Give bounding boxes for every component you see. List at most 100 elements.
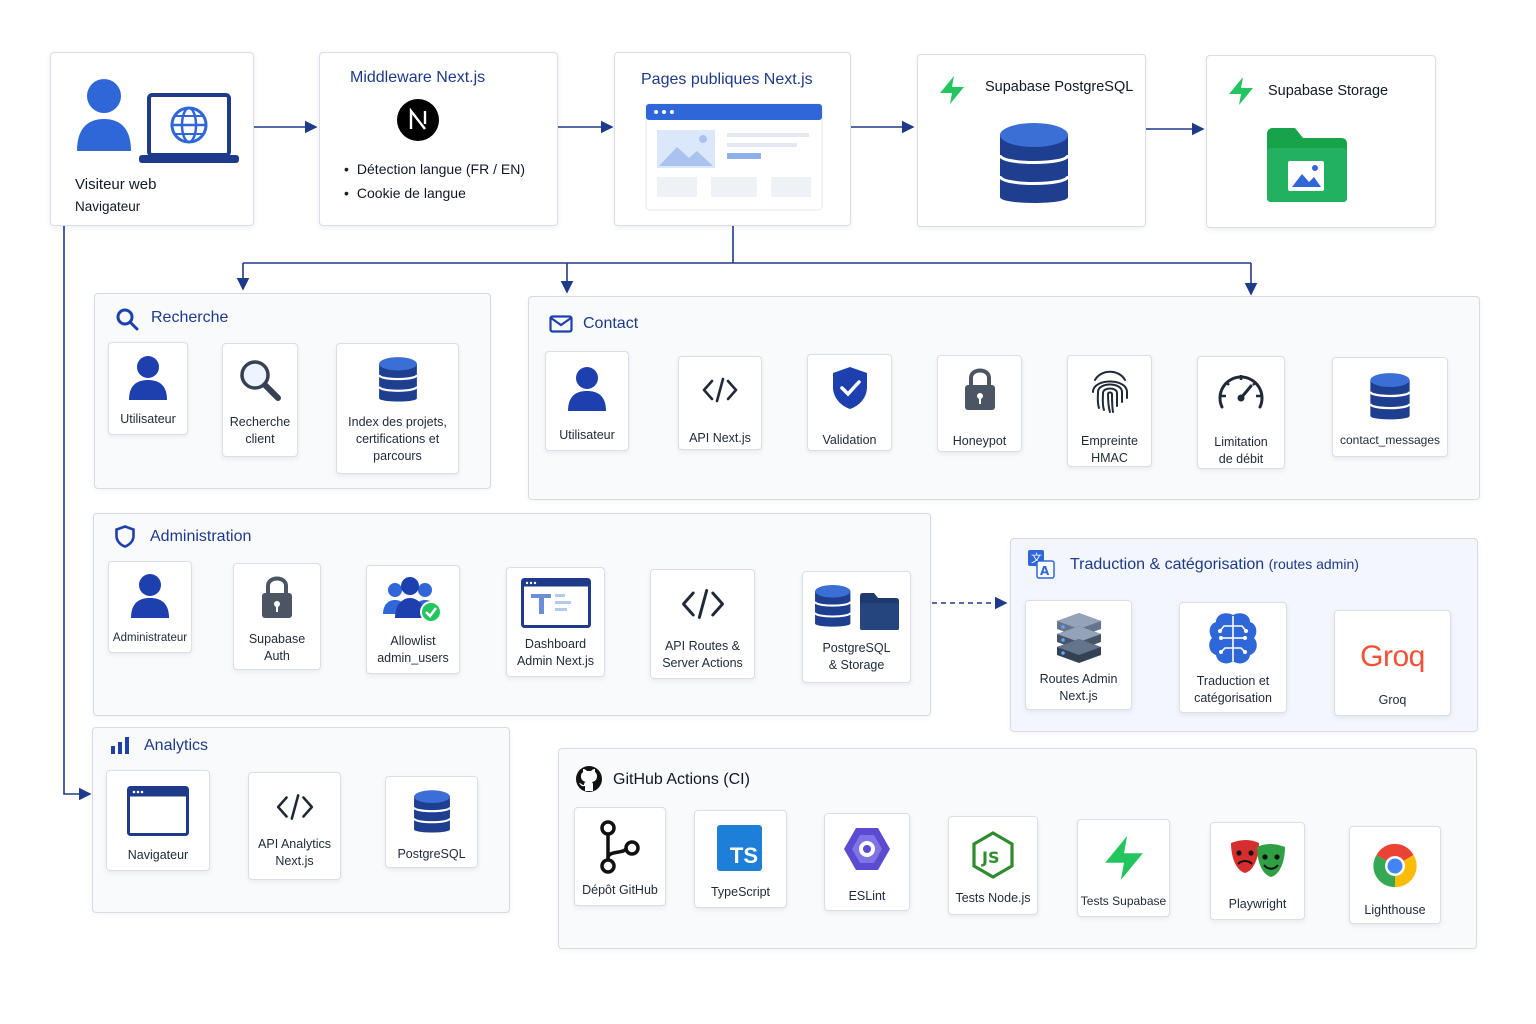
search-title: Recherche (151, 309, 229, 326)
bullet-language-detection: Détection langue (FR / EN) (344, 157, 525, 181)
contact-node-honeypot-label: Honeypot (952, 434, 1007, 448)
typescript-logo: TS (717, 825, 762, 871)
bar-chart-icon (111, 737, 129, 754)
translation-node-routes-label: Routes Admin Next.js (1039, 672, 1118, 703)
admin-node-auth: Supabase Auth (233, 563, 321, 670)
contact-node-ratelimit-label: Limitation de débit (1214, 435, 1268, 466)
ci-node-playwright: Playwright (1210, 822, 1305, 920)
supabase-bolt-icon (1104, 836, 1143, 880)
dashboard-window-icon (520, 578, 591, 628)
ci-node-nodejs: JS Tests Node.js (948, 816, 1038, 915)
search-icon (116, 308, 139, 331)
contact-node-validation: Validation (807, 354, 892, 451)
contact-node-hmac: Empreinte HMAC (1067, 355, 1152, 467)
svg-text:A: A (1040, 564, 1050, 578)
translation-node-groq: Groq Groq (1334, 610, 1451, 716)
admin-node-allowlist-label: Allowlist admin_users (377, 634, 449, 665)
translation-title-sub: (routes admin) (1268, 556, 1359, 572)
lock-icon (964, 368, 995, 410)
contact-node-ratelimit: Limitation de débit (1197, 356, 1285, 469)
database-folder-icon (813, 585, 899, 630)
lock-icon (262, 576, 292, 618)
webpage-icon (645, 103, 823, 211)
svg-text:JS: JS (981, 848, 999, 867)
admin-node-api-routes: API Routes & Server Actions (650, 569, 755, 679)
database-icon (412, 790, 451, 833)
postgres-card: Supabase PostgreSQL (917, 54, 1146, 227)
ci-title: GitHub Actions (CI) (613, 771, 750, 788)
fingerprint-icon (1091, 370, 1128, 413)
translation-node-routes: Routes Admin Next.js (1025, 600, 1132, 710)
contact-node-validation-label: Validation (822, 433, 877, 447)
search-node-user-label: Utilisateur (120, 412, 176, 426)
shield-icon (115, 525, 135, 548)
browser-window-icon (127, 786, 189, 836)
folder-image-icon (1267, 128, 1347, 202)
ci-node-repo: Dépôt GitHub (574, 807, 666, 906)
admin-node-dashboard: Dashboard Admin Next.js (506, 567, 605, 677)
chrome-icon (1373, 843, 1417, 888)
analytics-node-browser-label: Navigateur (127, 848, 189, 862)
admin-node-pg-storage: PostgreSQL & Storage (802, 571, 911, 683)
ci-node-typescript-label: TypeScript (710, 885, 771, 899)
storage-card: Supabase Storage (1206, 55, 1436, 228)
user-icon (131, 574, 169, 618)
admin-node-admin: Administrateur (108, 561, 192, 653)
contact-title: Contact (583, 315, 639, 332)
translation-node-ai-label: Traduction et catégorisation (1194, 674, 1272, 705)
admin-node-admin-label: Administrateur (112, 632, 188, 644)
server-icon (1056, 613, 1101, 663)
analytics-node-pg: PostgreSQL (385, 776, 478, 868)
search-node-index-label: Index des projets, certifications et par… (348, 415, 447, 463)
supabase-bolt-icon (1229, 77, 1253, 105)
ci-node-playwright-label: Playwright (1228, 897, 1287, 911)
contact-node-messages-label: contact_messages (1339, 433, 1441, 447)
ci-node-lighthouse-label: Lighthouse (1364, 903, 1426, 917)
search-node-client-label: Recherche client (229, 415, 291, 446)
brain-circuit-icon (1209, 613, 1257, 664)
pages-title: Pages publiques Next.js (641, 71, 813, 88)
admin-node-dashboard-label: Dashboard Admin Next.js (516, 637, 595, 668)
user-icon (77, 79, 131, 151)
user-icon (568, 367, 606, 411)
pages-card: Pages publiques Next.js (614, 52, 851, 226)
analytics-node-browser: Navigateur (106, 770, 210, 871)
magnifier-icon (240, 360, 281, 401)
middleware-title: Middleware Next.js (350, 69, 486, 86)
shield-check-icon (832, 367, 867, 409)
contact-node-messages: contact_messages (1332, 357, 1448, 457)
translate-icon: 文 A (1028, 550, 1055, 579)
translation-node-ai: Traduction et catégorisation (1179, 602, 1287, 713)
mail-icon (549, 315, 573, 333)
contact-node-honeypot: Honeypot (937, 355, 1022, 452)
ci-node-supabase: Tests Supabase (1077, 819, 1170, 917)
nextjs-logo-icon (397, 99, 439, 141)
analytics-node-api-label: API Analytics Next.js (258, 837, 331, 868)
admin-node-pg-storage-label: PostgreSQL & Storage (822, 641, 891, 672)
nodejs-icon: JS (972, 831, 1014, 879)
visitor-title: Visiteur web (75, 176, 157, 193)
search-node-user: Utilisateur (108, 342, 188, 435)
code-icon (681, 589, 724, 619)
storage-title: Supabase Storage (1268, 83, 1389, 99)
search-node-index: Index des projets, certifications et par… (336, 343, 459, 474)
middleware-bullets: Détection langue (FR / EN) Cookie de lan… (344, 157, 525, 205)
analytics-node-api: API Analytics Next.js (248, 772, 341, 880)
supabase-bolt-icon (940, 76, 964, 104)
github-icon (576, 766, 602, 792)
admin-node-auth-label: Supabase Auth (248, 632, 306, 663)
contact-node-user-label: Utilisateur (559, 428, 615, 442)
admin-node-api-routes-label: API Routes & Server Actions (662, 639, 743, 670)
groq-logo: Groq (1360, 640, 1425, 673)
eslint-icon (844, 828, 890, 870)
admin-title: Administration (150, 528, 252, 545)
users-check-icon (383, 577, 442, 623)
database-icon (998, 123, 1070, 203)
git-branch-icon (600, 820, 640, 874)
ci-node-supabase-label: Tests Supabase (1080, 894, 1167, 908)
ci-node-eslint-label: ESLint (848, 889, 886, 903)
bullet-language-cookie: Cookie de langue (344, 181, 525, 205)
visitor-card: Visiteur web Navigateur (50, 52, 254, 226)
contact-node-user: Utilisateur (545, 351, 629, 451)
visitor-subtitle: Navigateur (75, 199, 141, 214)
